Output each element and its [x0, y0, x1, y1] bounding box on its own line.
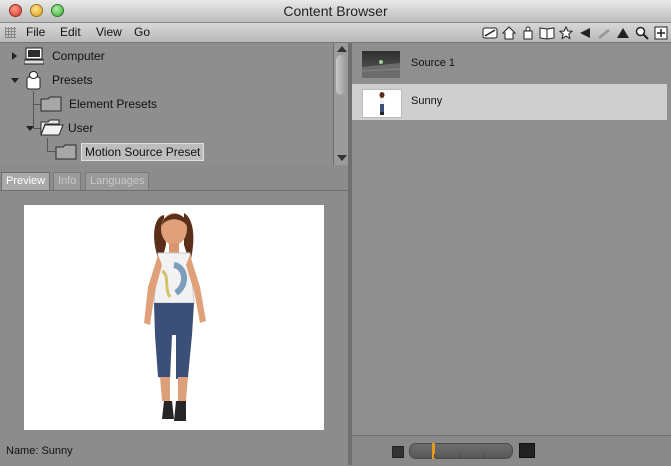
tree-scrollbar[interactable]	[333, 43, 349, 165]
tree-node-label: Motion Source Preset	[81, 143, 205, 161]
content-list: Source 1 Sunny	[352, 43, 671, 465]
tree-node-presets[interactable]: Presets	[0, 69, 333, 91]
home-icon[interactable]	[500, 25, 517, 41]
tree-node-computer[interactable]: Computer	[0, 45, 333, 67]
tab-languages[interactable]: Languages	[85, 172, 150, 191]
preview-name-label: Name:	[6, 445, 39, 457]
add-icon[interactable]	[652, 25, 669, 41]
toolbar	[481, 24, 669, 41]
tab-preview[interactable]: Preview	[1, 172, 51, 190]
tree-node-label: Presets	[52, 73, 93, 87]
large-thumbnail-icon	[519, 443, 535, 458]
slider-tick	[434, 454, 435, 458]
folder-icon	[55, 143, 77, 164]
disclosure-triangle-icon[interactable]	[12, 52, 17, 60]
preview-name-row: Name: Sunny	[6, 445, 73, 457]
folder-icon	[40, 95, 62, 116]
tab-info[interactable]: Info	[53, 172, 82, 191]
open-folder-icon	[40, 119, 64, 140]
thumbnail-size-slider[interactable]	[409, 443, 513, 459]
tree-node-user[interactable]: User	[0, 117, 333, 139]
menu-view[interactable]: View	[96, 25, 122, 39]
list-item-selected[interactable]: Sunny	[352, 84, 667, 120]
disclosure-triangle-icon[interactable]	[26, 126, 34, 131]
preview-image	[24, 205, 324, 430]
figure-icon[interactable]	[519, 25, 536, 41]
menu-bar: File Edit View Go	[0, 23, 671, 43]
content-browse-icon[interactable]	[481, 25, 498, 41]
slider-tick	[459, 454, 460, 458]
tree-node-element-presets[interactable]: Element Presets	[0, 93, 333, 115]
preview-name-value: Sunny	[41, 445, 73, 457]
menu-go[interactable]: Go	[134, 25, 150, 39]
disclosure-triangle-icon[interactable]	[11, 78, 19, 83]
tree-node-label: User	[68, 121, 94, 135]
list-item[interactable]: Source 1	[352, 46, 667, 82]
tree-node-label: Computer	[52, 49, 105, 63]
computer-icon	[23, 47, 45, 68]
menu-edit[interactable]: Edit	[60, 25, 81, 39]
folder-tree: Computer Presets Element Presets User Mo…	[0, 43, 333, 165]
forward-arrow-icon[interactable]	[595, 25, 612, 41]
preview-panel: Name: Sunny	[0, 190, 348, 466]
title-bar: Content Browser	[0, 0, 671, 23]
scroll-down-icon[interactable]	[337, 155, 347, 161]
item-label: Sunny	[411, 95, 443, 107]
item-label: Source 1	[411, 57, 456, 69]
library-book-icon[interactable]	[538, 25, 555, 41]
scroll-up-icon[interactable]	[337, 46, 347, 52]
grip-icon	[5, 27, 16, 38]
item-thumbnail	[361, 51, 401, 78]
small-thumbnail-icon	[392, 446, 404, 458]
scroll-thumb[interactable]	[336, 55, 346, 95]
slider-tick	[484, 454, 485, 458]
thumbnail-size-bar	[352, 435, 671, 466]
favorite-star-icon[interactable]	[557, 25, 574, 41]
presets-figure-icon	[26, 70, 42, 93]
detail-tabs: Preview Info Languages	[0, 172, 348, 191]
up-arrow-icon[interactable]	[614, 25, 631, 41]
item-thumbnail	[362, 89, 402, 118]
window-title: Content Browser	[283, 3, 388, 19]
search-icon[interactable]	[633, 25, 650, 41]
character-figure-image	[144, 213, 206, 421]
menu-file[interactable]: File	[26, 25, 45, 39]
left-pane: Computer Presets Element Presets User Mo…	[0, 43, 349, 466]
tree-node-label: Element Presets	[69, 97, 158, 111]
back-arrow-icon[interactable]	[576, 25, 593, 41]
tree-node-motion-source-preset[interactable]: Motion Source Preset	[0, 141, 333, 163]
